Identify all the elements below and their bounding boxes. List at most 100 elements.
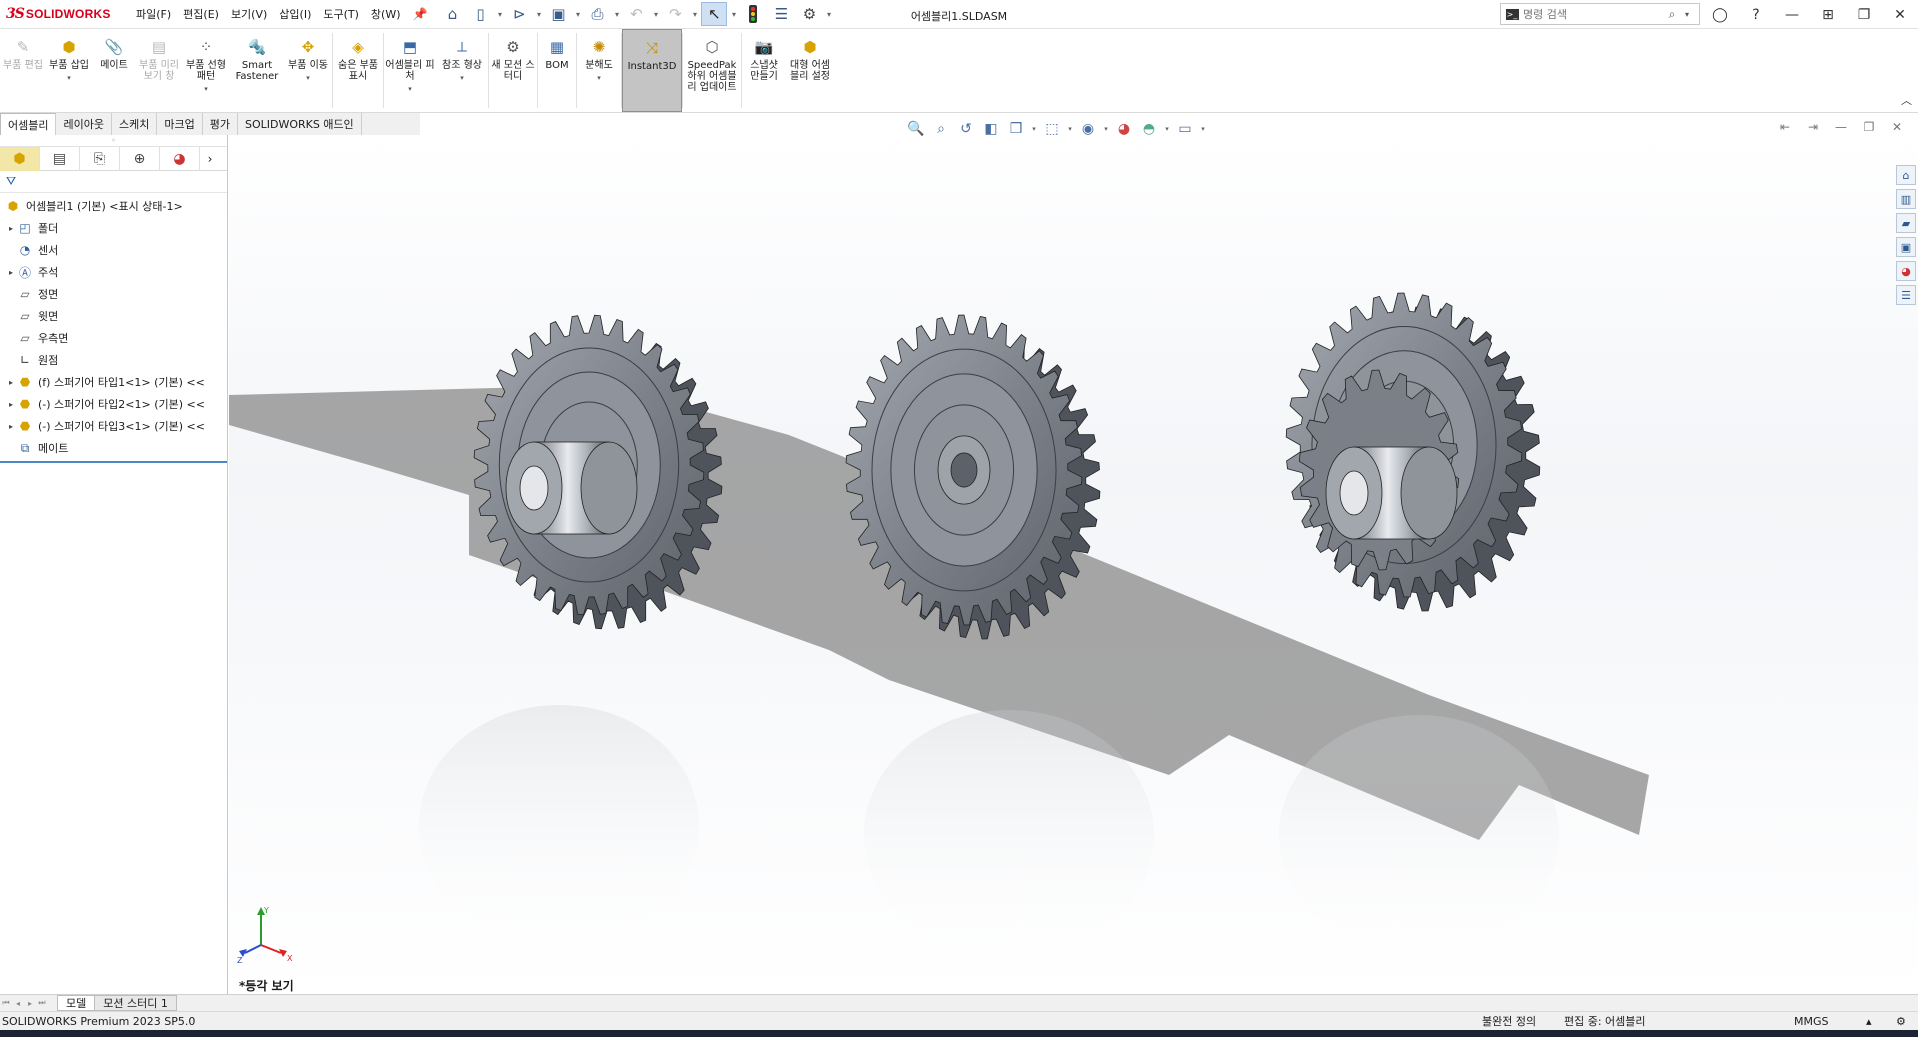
tree-item-folder[interactable]: ▸ ◰ 폴더 [0,217,227,239]
design-library-icon[interactable]: ▥ [1896,189,1916,209]
move-component-button[interactable]: ✥ 부품 이동 ▾ [284,29,332,112]
filter-icon[interactable]: ⛛ [6,174,16,189]
options-dropdown-icon[interactable]: ▾ [824,10,833,19]
new-dropdown-icon[interactable]: ▾ [495,10,504,19]
tab-addins[interactable]: SOLIDWORKS 애드인 [238,113,362,135]
mate-button[interactable]: 📎 메이트 [92,29,136,112]
tree-root-assembly[interactable]: ⬢ 어셈블리1 (기본) <표시 상태-1> [0,195,227,217]
tab-model[interactable]: 모델 [57,995,96,1011]
rollback-bar[interactable] [0,461,227,463]
menu-insert[interactable]: 삽입(I) [273,6,317,22]
select-dropdown-icon[interactable]: ▾ [729,10,738,19]
doc-minimize-button[interactable]: — [1830,118,1852,136]
tree-item-annotation[interactable]: ▸ Ⓐ 주석 [0,261,227,283]
reference-geometry-button[interactable]: ⟂ 참조 형상 ▾ [436,29,488,112]
tab-layout[interactable]: 레이아웃 [56,113,112,135]
doc-close-button[interactable]: ✕ [1886,118,1908,136]
print-icon[interactable]: ⎙ [584,2,610,26]
unit-system[interactable]: MMGS [1794,1015,1829,1028]
home-icon[interactable]: ⌂ [439,2,465,26]
prev-tab-icon[interactable]: ◂ [12,999,24,1008]
dropdown-icon[interactable]: ▾ [1030,125,1038,133]
status-help-icon[interactable]: ⚙ [1896,1015,1906,1028]
exploded-view-dropdown-icon[interactable]: ▾ [597,73,601,84]
edit-appearance-icon[interactable]: ◕ [1113,119,1135,139]
redo-dropdown-icon[interactable]: ▾ [690,10,699,19]
zoom-to-area-icon[interactable]: ⌕ [930,119,952,139]
file-explorer-icon[interactable]: ▰ [1896,213,1916,233]
insert-component-button[interactable]: ⬢ 부품 삽입 ▾ [46,29,92,112]
tree-item-front-plane[interactable]: ▱ 정면 [0,283,227,305]
large-assembly-button[interactable]: ⬢ 대형 어셈블리 설정 [786,29,834,112]
search-icon[interactable]: ⌕ [1663,7,1681,22]
motion-study-button[interactable]: ⚙ 새 모션 스터디 [489,29,537,112]
panel-splitter[interactable]: ◦ [0,135,227,147]
previous-document-icon[interactable]: ⇤ [1774,118,1796,136]
dropdown-icon[interactable]: ▾ [1066,125,1074,133]
instant3d-button[interactable]: ⤨ Instant3D [622,29,682,112]
configuration-manager-tab-icon[interactable]: ⎘ [80,146,120,171]
expand-icon[interactable]: ▸ [6,400,16,409]
tree-item-right-plane[interactable]: ▱ 우측면 [0,327,227,349]
open-icon[interactable]: ⊳ [506,2,532,26]
tree-filter[interactable]: ⛛ [0,171,227,193]
tab-evaluate[interactable]: 평가 [203,113,238,135]
tile-windows-button[interactable]: ⊞ [1810,1,1846,29]
tree-item-top-plane[interactable]: ▱ 윗면 [0,305,227,327]
expand-icon[interactable]: ▸ [6,422,16,431]
custom-properties-icon[interactable]: ☰ [1896,285,1916,305]
next-document-icon[interactable]: ⇥ [1802,118,1824,136]
undo-dropdown-icon[interactable]: ▾ [651,10,660,19]
tab-sketch[interactable]: 스케치 [112,113,158,135]
doc-restore-button[interactable]: ❐ [1858,118,1880,136]
redo-icon[interactable]: ↷ [662,2,688,26]
previous-view-icon[interactable]: ↺ [955,119,977,139]
expand-icon[interactable]: ▸ [6,378,16,387]
exploded-view-button[interactable]: ✺ 분해도 ▾ [577,29,621,112]
search-input[interactable] [1523,7,1663,21]
user-account-icon[interactable]: ◯ [1702,1,1738,29]
rebuild-icon[interactable] [740,2,766,26]
component-preview-button[interactable]: ▤ 부품 미리보기 창 [136,29,182,112]
minimize-button[interactable]: — [1774,1,1810,29]
show-hidden-button[interactable]: ◈ 숨은 부품 표시 [333,29,383,112]
menu-file[interactable]: 파일(F) [130,6,177,22]
menu-tools[interactable]: 도구(T) [317,6,365,22]
section-view-icon[interactable]: ◧ [980,119,1002,139]
next-tab-icon[interactable]: ▸ [24,999,36,1008]
move-component-dropdown-icon[interactable]: ▾ [306,73,310,84]
edit-part-button[interactable]: ✎ 부품 편집 [0,29,46,112]
expand-icon[interactable]: ▸ [6,268,16,277]
linear-pattern-button[interactable]: ⁘ 부품 선형 패턴 ▾ [182,29,230,112]
tree-item-mates[interactable]: ⧉ 메이트 [0,437,227,459]
restore-button[interactable]: ❐ [1846,1,1882,29]
save-dropdown-icon[interactable]: ▾ [573,10,582,19]
expand-icon[interactable]: ▸ [6,224,16,233]
more-tabs-icon[interactable]: › [200,152,220,166]
scene-icon[interactable]: ◓ [1138,119,1160,139]
dimxpert-tab-icon[interactable]: ⊕ [120,146,160,171]
close-button[interactable]: ✕ [1882,1,1918,29]
tab-assembly[interactable]: 어셈블리 [0,113,57,135]
solidworks-resources-icon[interactable]: ⌂ [1896,165,1916,185]
pin-menu-icon[interactable]: 📌 [413,7,428,21]
dropdown-icon[interactable]: ▾ [1102,125,1110,133]
search-dropdown-icon[interactable]: ▾ [1681,10,1693,19]
assembly-model-view[interactable] [229,135,1918,994]
assembly-feature-dropdown-icon[interactable]: ▾ [408,84,412,95]
display-manager-tab-icon[interactable]: ◕ [160,146,200,171]
property-manager-tab-icon[interactable]: ▤ [40,146,80,171]
menu-window[interactable]: 창(W) [365,6,407,22]
display-style-icon[interactable]: ◉ [1077,119,1099,139]
feature-manager-tab-icon[interactable]: ⬢ [0,146,40,171]
tree-item-spur-gear-3[interactable]: ▸ ⬣ (-) 스퍼기어 타입3<1> (기본) << [0,415,227,437]
new-document-icon[interactable]: ▯ [467,2,493,26]
save-icon[interactable]: ▣ [545,2,571,26]
reference-geometry-dropdown-icon[interactable]: ▾ [460,73,464,84]
tab-motion-study[interactable]: 모션 스터디 1 [94,995,177,1011]
speedpak-button[interactable]: ⬡ SpeedPak 하위 어셈블리 업데이트 [683,29,741,112]
collapse-ribbon-icon[interactable]: ︿ [1901,92,1912,108]
appearances-icon[interactable]: ◕ [1896,261,1916,281]
select-icon[interactable]: ↖ [701,2,728,26]
insert-component-dropdown-icon[interactable]: ▾ [67,73,71,84]
